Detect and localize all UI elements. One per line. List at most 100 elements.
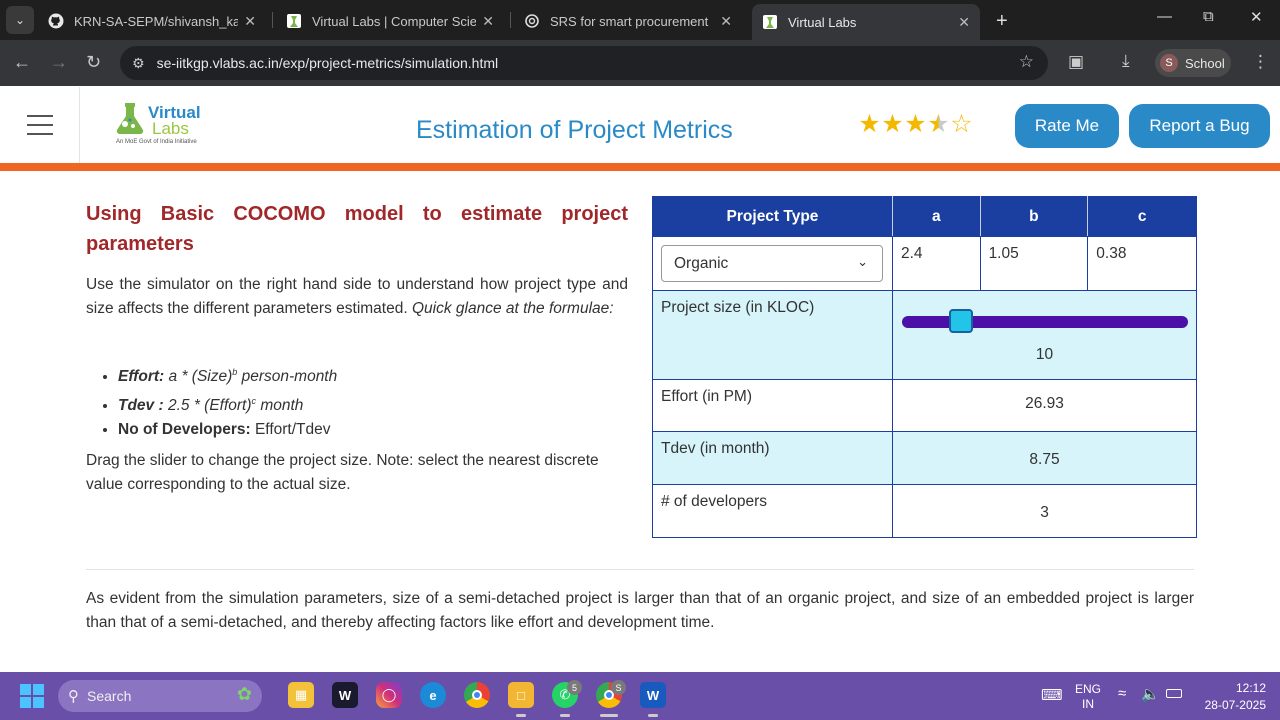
browser-tab-github[interactable]: KRN-SA-SEPM/shivansh_karan_ ✕ — [38, 6, 266, 36]
word-icon[interactable]: W — [640, 682, 666, 708]
clock[interactable]: 12:12 28-07-2025 — [1194, 681, 1266, 713]
profile-label: School — [1185, 55, 1225, 71]
plant-icon: ✿ — [236, 684, 252, 704]
clock-date: 28-07-2025 — [1204, 698, 1266, 712]
file-explorer-store-icon[interactable]: ▦ — [288, 682, 314, 708]
list-item: Tdev : 2.5 * (Effort)c month — [118, 389, 337, 418]
main-content: Using Basic COCOMO model to estimate pro… — [0, 171, 1280, 672]
site-settings-icon[interactable]: ⚙ — [132, 55, 145, 72]
project-type-value: Organic — [674, 254, 729, 272]
star-filled-icon[interactable]: ★ — [858, 109, 881, 139]
reload-icon[interactable]: ↻ — [86, 52, 101, 73]
back-arrow-icon[interactable]: ← — [13, 52, 31, 73]
tab-title: Virtual Labs | Computer Science — [312, 13, 477, 29]
conclusion-paragraph: As evident from the simulation parameter… — [86, 590, 1194, 631]
effort-formula-label: Effort: — [118, 368, 165, 386]
project-size-slider[interactable] — [902, 309, 1188, 333]
language-line1: ENG — [1074, 682, 1101, 696]
header-accent-bar — [0, 163, 1280, 171]
download-icon[interactable]: ⤓ — [1122, 51, 1130, 71]
chevron-down-icon: ⌄ — [857, 254, 868, 269]
tab-search-button[interactable]: ⌄ — [6, 6, 34, 34]
browser-tab-vlabs-cs[interactable]: Virtual Labs | Computer Science ✕ — [276, 6, 504, 36]
report-bug-button[interactable]: Report a Bug — [1129, 104, 1270, 148]
browser-tab-srs[interactable]: SRS for smart procurement ✕ — [514, 6, 742, 36]
wifi-icon[interactable]: ≈ — [1118, 685, 1126, 702]
project-size-value: 10 — [1035, 346, 1054, 363]
project-type-cell: Organic ⌄ — [652, 236, 893, 291]
app-running-indicator — [648, 714, 658, 717]
close-icon[interactable]: ✕ — [244, 13, 256, 30]
chatgpt-icon — [524, 13, 540, 29]
developers-label: # of developers — [652, 484, 893, 538]
chrome-profile-badge: S — [611, 680, 626, 695]
project-type-select[interactable]: Organic ⌄ — [661, 245, 883, 282]
windows-taskbar: ⚲ Search ✿ ▦ W ◯ e □ ✆ W ⌨ ENG IN ≈ 🔈 12… — [0, 672, 1280, 720]
restore-icon[interactable]: ⧉ — [1203, 8, 1214, 25]
language-line2: IN — [1082, 697, 1094, 711]
star-filled-icon[interactable]: ★ — [881, 109, 904, 139]
list-item: Effort: a * (Size)b person-month — [118, 360, 337, 389]
close-icon[interactable]: ✕ — [482, 13, 494, 30]
more-menu-icon[interactable]: ⋮ — [1252, 52, 1269, 72]
browser-tab-virtual-labs-active[interactable]: Virtual Labs ✕ — [752, 4, 980, 40]
project-size-cell: 10 — [892, 290, 1197, 380]
bookmark-star-icon[interactable]: ☆ — [1019, 52, 1034, 72]
divider — [86, 569, 1194, 570]
windows-start-icon[interactable] — [20, 684, 44, 708]
language-indicator[interactable]: ENG IN — [1072, 682, 1104, 712]
virtual-labs-logo[interactable]: Virtual Labs An MoE Govt of India Initia… — [108, 99, 208, 151]
taskbar-search-label: Search — [87, 688, 132, 704]
new-tab-icon[interactable]: + — [996, 10, 1008, 33]
slider-thumb[interactable] — [949, 309, 973, 333]
battery-icon[interactable] — [1166, 689, 1182, 698]
devs-formula-label: No of Developers: — [118, 421, 251, 439]
vlabs-icon — [286, 13, 302, 29]
window-close-icon[interactable]: ✕ — [1250, 8, 1263, 26]
logo-tagline: An MoE Govt of India Initiative — [116, 139, 197, 145]
edge-icon[interactable]: e — [420, 682, 446, 708]
rating-stars[interactable]: ★ ★ ★ ★ ☆ — [858, 109, 973, 139]
project-size-label: Project size (in KLOC) — [652, 290, 893, 380]
volume-icon[interactable]: 🔈 — [1141, 685, 1160, 703]
page-title: Estimation of Project Metrics — [416, 116, 733, 144]
clock-time: 12:12 — [1235, 681, 1266, 695]
close-icon[interactable]: ✕ — [720, 13, 732, 30]
tab-title: SRS for smart procurement — [550, 13, 709, 29]
tdev-unit: month — [256, 397, 304, 415]
rate-me-button[interactable]: Rate Me — [1015, 104, 1119, 148]
close-icon[interactable]: ✕ — [958, 14, 970, 31]
folder-icon[interactable]: □ — [508, 682, 534, 708]
url-text: se-iitkgp.vlabs.ac.in/exp/project-metric… — [156, 55, 499, 71]
app-running-indicator — [516, 714, 526, 717]
instagram-icon[interactable]: ◯ — [376, 682, 402, 708]
keyboard-icon[interactable]: ⌨ — [1041, 686, 1063, 704]
drag-note: Drag the slider to change the project si… — [86, 452, 599, 493]
star-empty-icon[interactable]: ☆ — [950, 109, 973, 139]
profile-button[interactable]: S School — [1155, 49, 1231, 77]
coefficient-c: 0.38 — [1087, 236, 1197, 291]
coefficient-b: 1.05 — [979, 236, 1089, 291]
logo-line2: Labs — [152, 119, 189, 138]
hamburger-menu-icon[interactable] — [0, 87, 80, 163]
forward-arrow-icon[interactable]: → — [50, 52, 68, 73]
tab-divider — [272, 12, 273, 28]
address-bar[interactable]: ⚙ se-iitkgp.vlabs.ac.in/exp/project-metr… — [120, 46, 1048, 80]
effort-unit: person-month — [237, 368, 338, 386]
wavy-app-icon[interactable]: W — [332, 682, 358, 708]
app-running-indicator — [560, 714, 570, 717]
minimize-icon[interactable]: — — [1157, 8, 1172, 25]
tab-title: KRN-SA-SEPM/shivansh_karan_ — [74, 13, 239, 29]
search-icon: ⚲ — [68, 688, 79, 705]
formula-list: Effort: a * (Size)b person-month Tdev : … — [118, 360, 337, 442]
chevron-down-icon: ⌄ — [14, 13, 26, 27]
vlabs-icon — [762, 14, 778, 30]
taskbar-search[interactable]: ⚲ Search ✿ — [58, 680, 262, 712]
star-filled-icon[interactable]: ★ — [904, 109, 927, 139]
tab-title: Virtual Labs — [788, 14, 857, 30]
browser-tab-bar: ⌄ KRN-SA-SEPM/shivansh_karan_ ✕ Virtual … — [0, 0, 1280, 40]
chrome-icon[interactable] — [464, 682, 490, 708]
star-half-icon[interactable]: ★ — [927, 109, 950, 139]
intro-italic: Quick glance at the formulae: — [411, 300, 614, 317]
extensions-icon[interactable]: ▣ — [1068, 52, 1084, 72]
